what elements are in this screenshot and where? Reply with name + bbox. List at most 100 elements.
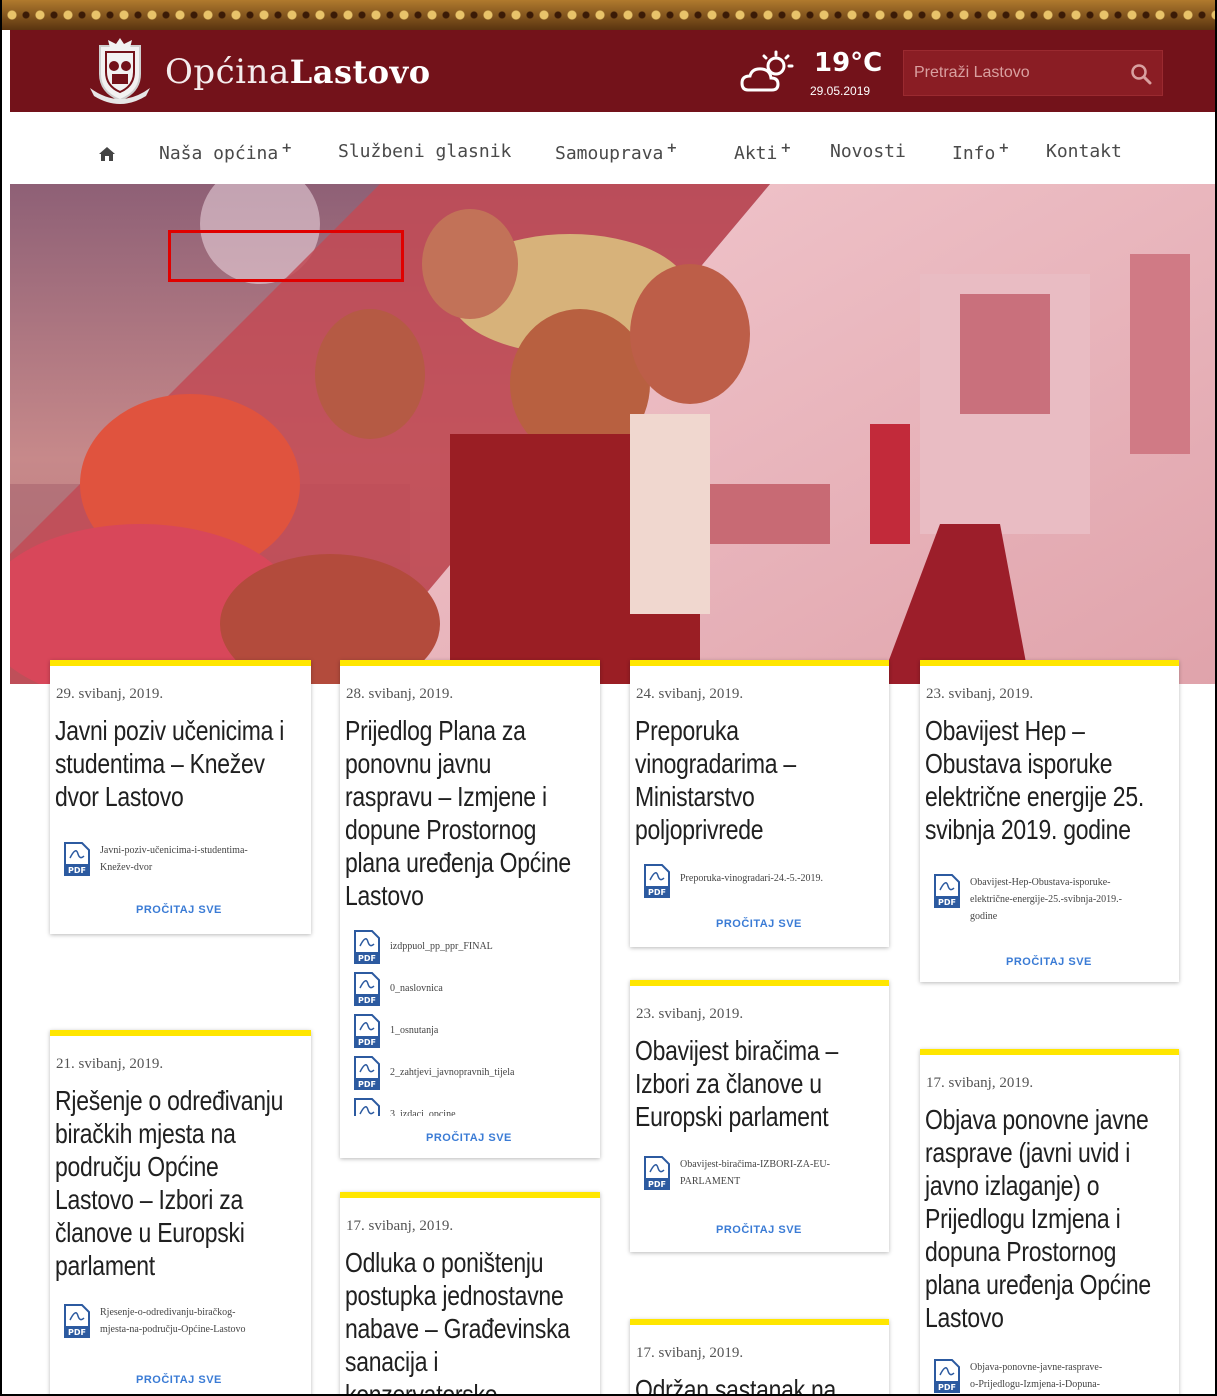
pdf-filename-line[interactable]: PARLAMENT [680,1173,830,1190]
card-title-line[interactable]: nabave – Građevinska [345,1312,570,1345]
home-icon[interactable] [98,146,116,162]
card-title-line[interactable]: parlament [55,1249,155,1282]
pdf-attachment[interactable]: PDF 1_osnutanja [354,1014,438,1048]
card-title-line[interactable]: dopune Prostornog [345,813,536,846]
pdf-attachment[interactable]: PDF Obavijest-Hep-Obustava-isporuke-elek… [934,874,1122,925]
card-title-line[interactable]: Lastovo [345,879,424,912]
pdf-filename-line[interactable]: Obavijest-biračima-IZBORI-ZA-EU- [680,1156,830,1173]
pdf-attachment[interactable]: PDF 3_izdaci_opcine [354,1098,456,1116]
pdf-filename[interactable]: 0_naslovnica [390,980,443,997]
card-title-line[interactable]: Ministarstvo [635,780,755,813]
card-title-line[interactable]: sanacija i [345,1345,439,1378]
news-card[interactable]: 29. svibanj, 2019. Javni poziv učenicima… [50,660,311,934]
pdf-filename[interactable]: 1_osnutanja [390,1022,438,1039]
pdf-filename-line[interactable]: Objava-ponovne-javne-rasprave- [970,1359,1102,1376]
read-more-link[interactable]: PROČITAJ SVE [136,904,222,916]
nav-item-info[interactable]: Info + [952,141,1009,164]
card-title-line[interactable]: Prijedlog Plana za [345,714,526,747]
nav-item-kontakt[interactable]: Kontakt [1046,141,1122,162]
card-title-line[interactable]: Rješenje o određivanju [55,1084,283,1117]
card-title-line[interactable]: Obustava isporuke [925,747,1113,780]
card-title-line[interactable]: studentima – Knežev [55,747,265,780]
read-more-link[interactable]: PROČITAJ SVE [1006,956,1092,968]
card-title-line[interactable]: plana uređenja Općine [925,1268,1151,1301]
pdf-filename-line[interactable]: Knežev-dvor [100,859,248,876]
search-box [903,50,1163,96]
pdf-icon: PDF [354,1056,380,1090]
coat-of-arms-logo[interactable] [86,36,154,106]
pdf-attachment[interactable]: PDF izdppuol_pp_ppr_FINAL [354,930,493,964]
news-card[interactable]: 17. svibanj, 2019. Objava ponovne javne … [920,1049,1179,1394]
search-icon[interactable] [1130,63,1152,85]
news-card[interactable]: 23. svibanj, 2019. Obavijest Hep – Obust… [920,660,1179,982]
card-title-line[interactable]: Lastovo [925,1301,1004,1334]
pdf-filename[interactable]: 2_zahtjevi_javnopravnih_tijela [390,1064,514,1081]
pdf-filename-line[interactable]: godine [970,908,1122,925]
read-more-link[interactable]: PROČITAJ SVE [716,1224,802,1236]
svg-text:PDF: PDF [648,888,666,897]
card-title-line[interactable]: Održan sastanak na [635,1373,836,1394]
pdf-filename-line[interactable]: električne-energije-25.-svibnja-2019.- [970,891,1122,908]
pdf-icon: PDF [934,1359,960,1393]
pdf-attachment[interactable]: PDF Javni-poziv-učenicima-i-studentima- K… [64,842,248,876]
card-title-line[interactable]: Prijedlogu Izmjena i [925,1202,1121,1235]
pdf-filename-line[interactable]: Javni-poziv-učenicima-i-studentima- [100,842,248,859]
card-title-line[interactable]: Obavijest Hep – [925,714,1085,747]
pdf-filename[interactable]: izdppuol_pp_ppr_FINAL [390,938,493,955]
card-date: 17. svibanj, 2019. [346,1218,454,1234]
card-title-line[interactable]: vinogradarima – [635,747,796,780]
pdf-attachment[interactable]: PDF Objava-ponovne-javne-rasprave-o-Prij… [934,1359,1102,1393]
pdf-filename-line[interactable]: Obavijest-Hep-Obustava-isporuke- [970,874,1122,891]
nav-item-sluzbeni-glasnik[interactable]: Službeni glasnik [338,141,511,162]
card-title-line[interactable]: biračkih mjesta na [55,1117,236,1150]
nav-item-nasa-opcina[interactable]: Naša općina + [159,141,292,164]
card-title-line[interactable]: Odluka o poništenju [345,1246,544,1279]
card-title-line[interactable]: konzervatorsko- [345,1378,505,1394]
card-title-line[interactable]: ponovnu javnu [345,747,491,780]
card-title-line[interactable]: Javni poziv učenicima i [55,714,284,747]
pdf-attachment[interactable]: PDF Obavijest-biračima-IZBORI-ZA-EU- PARL… [644,1156,830,1190]
card-title-line[interactable]: plana uređenja Općine [345,846,571,879]
card-title-line[interactable]: Objava ponovne javne [925,1103,1149,1136]
card-title-line[interactable]: dvor Lastovo [55,780,184,813]
card-title-line[interactable]: području Općine [55,1150,219,1183]
card-title-line[interactable]: raspravu – Izmjene i [345,780,547,813]
pdf-filename-line[interactable]: mjesta-na-području-Općine-Lastovo [100,1321,246,1338]
search-input[interactable] [914,51,1124,95]
card-title-line[interactable]: Obavijest biračima – [635,1034,838,1067]
pdf-attachment[interactable]: PDF 2_zahtjevi_javnopravnih_tijela [354,1056,514,1090]
news-card[interactable]: 21. svibanj, 2019. Rješenje o određivanj… [50,1030,311,1394]
read-more-link[interactable]: PROČITAJ SVE [426,1132,512,1144]
card-title-line[interactable]: javno izlaganje) o [925,1169,1100,1202]
read-more-link[interactable]: PROČITAJ SVE [716,918,802,930]
card-title-line[interactable]: poljoprivrede [635,813,764,846]
read-more-link[interactable]: PROČITAJ SVE [136,1374,222,1386]
card-title-line[interactable]: članove u Europski [55,1216,245,1249]
card-title-line[interactable]: rasprave (javni uvid i [925,1136,1130,1169]
card-title-line[interactable]: električne energije 25. [925,780,1144,813]
card-title-line[interactable]: Preporuka [635,714,739,747]
pdf-filename[interactable]: Preporuka-vinogradari-24.-5.-2019. [680,870,823,887]
site-title[interactable]: OpćinaLastovo [165,50,431,92]
news-card[interactable]: 17. svibanj, 2019. Održan sastanak na [630,1319,889,1394]
card-title-line[interactable]: Europski parlament [635,1100,829,1133]
news-card[interactable]: 28. svibanj, 2019. Prijedlog Plana za po… [340,660,600,1158]
card-title-line[interactable]: Izbori za članove u [635,1067,822,1100]
nav-item-samouprava[interactable]: Samouprava + [555,141,677,164]
pdf-filename-line[interactable]: o-Prijedlogu-Izmjena-i-Dopuna- [970,1376,1102,1393]
pdf-filename-line[interactable]: Rjesenje-o-odredivanju-biračkog- [100,1304,246,1321]
news-card[interactable]: 17. svibanj, 2019. Odluka o poništenju p… [340,1192,600,1394]
pdf-filename[interactable]: 3_izdaci_opcine [390,1106,456,1116]
pdf-attachment[interactable]: PDF 0_naslovnica [354,972,443,1006]
card-title-line[interactable]: Lastovo – Izbori za [55,1183,243,1216]
pdf-attachment[interactable]: PDF Rjesenje-o-odredivanju-biračkog-mjes… [64,1304,246,1338]
news-card[interactable]: 23. svibanj, 2019. Obavijest biračima – … [630,980,889,1252]
news-card[interactable]: 24. svibanj, 2019. Preporuka vinogradari… [630,660,889,947]
nav-item-akti[interactable]: Akti + [734,141,791,164]
card-title-line[interactable]: svibnja 2019. godine [925,813,1131,846]
nav-item-novosti[interactable]: Novosti [830,141,906,162]
card-title-line[interactable]: postupka jednostavne [345,1279,564,1312]
pdf-attachment[interactable]: PDF Preporuka-vinogradari-24.-5.-2019. [644,864,823,898]
card-title-line[interactable]: dopuna Prostornog [925,1235,1116,1268]
nav-plus: + [666,141,678,156]
